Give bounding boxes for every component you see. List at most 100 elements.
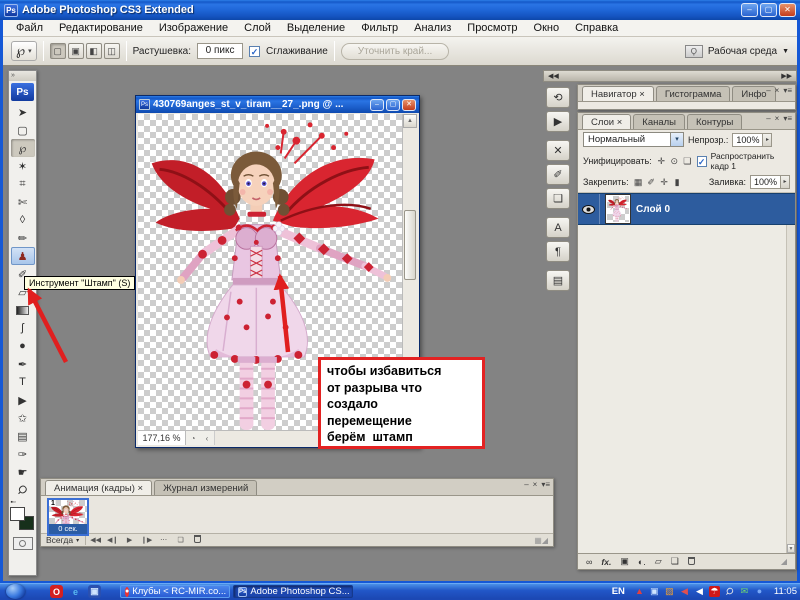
character-button[interactable]: A xyxy=(546,217,570,238)
marquee-tool[interactable]: ▢ xyxy=(11,121,35,139)
new-layer-icon[interactable]: ❏ xyxy=(671,556,679,567)
resize-grip-icon[interactable]: ◢ xyxy=(781,557,787,566)
doc-close-button[interactable]: ✕ xyxy=(402,98,416,111)
panel-close-icon[interactable]: × xyxy=(775,114,780,123)
minimize-button[interactable]: – xyxy=(741,3,758,17)
panel-minimize-icon[interactable]: – xyxy=(524,480,528,489)
spin-arrow-icon[interactable]: ▸ xyxy=(780,176,789,188)
doc-maximize-button[interactable]: ▢ xyxy=(386,98,400,111)
layer-row-0[interactable]: Слой 0 xyxy=(578,193,795,225)
first-frame-button[interactable]: ◀◀ xyxy=(89,536,102,544)
chevron-down-icon[interactable]: ▾ xyxy=(670,133,683,146)
tab-animation-frames[interactable]: Анимация (кадры) × xyxy=(45,480,153,495)
language-indicator[interactable]: EN xyxy=(612,586,625,597)
panel-menu-icon[interactable]: ▾≡ xyxy=(541,480,550,489)
feather-input[interactable]: 0 пикс xyxy=(197,43,244,59)
path-selection-tool[interactable]: ▶ xyxy=(11,391,35,409)
smudge-tool[interactable]: ʃ xyxy=(11,319,35,337)
menu-item[interactable]: Анализ xyxy=(406,21,459,35)
layer-effects-icon[interactable]: fx. xyxy=(601,557,611,567)
play-button[interactable]: ▶ xyxy=(123,536,136,544)
actions-button[interactable]: ▶ xyxy=(546,111,570,132)
layers-list-empty-area[interactable]: ▼ xyxy=(578,225,795,553)
paragraph-button[interactable]: ¶ xyxy=(546,241,570,262)
avira-antivirus-icon[interactable]: ☂ xyxy=(708,586,720,597)
taskbar-item-browser[interactable]: ● Клубы < RC-MIR.co... xyxy=(120,585,230,598)
fill-field[interactable]: 100% ▸ xyxy=(749,175,790,189)
unify-position-icon[interactable]: ✛ xyxy=(656,156,667,167)
delete-frame-button[interactable] xyxy=(191,535,204,545)
layer-name[interactable]: Слой 0 xyxy=(636,204,670,215)
healing-brush-tool[interactable]: ◊ xyxy=(11,211,35,229)
tab-measurement-log[interactable]: Журнал измерений xyxy=(154,480,258,495)
layer-group-icon[interactable]: ▱ xyxy=(655,556,662,567)
status-info-icon[interactable]: ◔ xyxy=(186,434,200,443)
panel-minimize-icon[interactable]: – xyxy=(766,114,770,123)
menu-item[interactable]: Слой xyxy=(236,21,279,35)
clone-stamp-tool[interactable]: ♟ xyxy=(10,247,35,265)
animation-frame-1[interactable]: 1 0 сек. xyxy=(47,498,89,536)
tab-nav-0[interactable]: Навигатор × xyxy=(582,86,654,101)
alert-triangle-icon[interactable]: ▲ xyxy=(634,586,645,597)
layer-thumbnail[interactable] xyxy=(605,194,631,224)
vertical-scroll-thumb[interactable] xyxy=(404,210,416,280)
lock-transparency-icon[interactable]: ▦ xyxy=(633,177,644,188)
lock-position-icon[interactable]: ✛ xyxy=(659,177,670,188)
add-selection-mode[interactable]: ▣ xyxy=(67,43,84,59)
close-button[interactable]: ✕ xyxy=(779,3,796,17)
volume-muted-icon[interactable]: ◀ xyxy=(679,586,690,597)
clone-source-button[interactable]: ❏ xyxy=(546,188,570,209)
menu-item[interactable]: Фильтр xyxy=(353,21,406,35)
volume-icon[interactable]: ◀ xyxy=(694,586,705,597)
new-selection-mode[interactable]: ▢ xyxy=(49,43,66,59)
panel-minimize-icon[interactable]: – xyxy=(766,86,770,95)
notes-tool[interactable]: ▤ xyxy=(11,427,35,445)
hand-tool[interactable]: ☛ xyxy=(11,463,35,481)
scroll-left-icon[interactable]: ‹ xyxy=(200,434,214,443)
lock-pixels-icon[interactable]: ✐ xyxy=(646,177,657,188)
tab-layers-1[interactable]: Каналы xyxy=(633,114,686,129)
search-tray-icon[interactable]: Ϙ xyxy=(722,584,738,600)
network-monitor-icon[interactable]: ▣ xyxy=(649,586,660,597)
tab-layers-0[interactable]: Слои × xyxy=(582,114,632,129)
slice-tool[interactable]: ✄ xyxy=(11,193,35,211)
opacity-field[interactable]: 100% ▸ xyxy=(732,132,773,147)
panel-close-icon[interactable]: × xyxy=(775,86,780,95)
scroll-down-icon[interactable]: ▼ xyxy=(787,544,795,553)
start-button[interactable] xyxy=(6,584,25,599)
unify-style-icon[interactable]: ❏ xyxy=(682,156,693,167)
move-tool[interactable]: ➤ xyxy=(11,103,35,121)
type-tool[interactable]: T xyxy=(11,373,35,391)
unify-visibility-icon[interactable]: ⊙ xyxy=(669,156,680,167)
menu-item[interactable]: Выделение xyxy=(279,21,353,35)
quick-mask-button[interactable] xyxy=(12,537,33,550)
next-frame-button[interactable]: ❙▶ xyxy=(140,536,153,544)
bluetooth-icon[interactable]: ● xyxy=(754,586,765,597)
antialias-checkbox[interactable]: ✓ xyxy=(249,45,261,57)
brush-tool[interactable]: ✏ xyxy=(11,229,35,247)
default-colors-icon[interactable]: ▪▫ xyxy=(11,499,16,506)
adjustment-layer-icon[interactable]: ◐. xyxy=(638,557,646,567)
tool-preset-picker[interactable]: ℘ ▾ xyxy=(11,41,37,61)
convert-to-timeline-icon[interactable]: ▦ xyxy=(534,536,542,545)
lock-all-icon[interactable]: ▮ xyxy=(672,177,683,188)
zoom-level-field[interactable]: 177,16 % xyxy=(138,431,186,445)
dodge-tool[interactable]: ● xyxy=(11,337,35,355)
tab-layers-2[interactable]: Контуры xyxy=(687,114,743,129)
new-frame-button[interactable]: ❏ xyxy=(174,536,187,544)
scroll-up-icon[interactable]: ▲ xyxy=(403,114,417,128)
lasso-tool[interactable]: ℘ xyxy=(10,139,35,157)
zoom-tool[interactable]: Ϙ xyxy=(11,481,35,499)
ie-icon[interactable]: e xyxy=(69,585,82,598)
pen-tool[interactable]: ✒ xyxy=(11,355,35,373)
frame-delay-selector[interactable]: 0 сек. xyxy=(49,524,87,534)
gradient-tool[interactable] xyxy=(11,301,35,319)
menu-item[interactable]: Справка xyxy=(567,21,626,35)
doc-minimize-button[interactable]: – xyxy=(370,98,384,111)
eyedropper-tool[interactable]: ✑ xyxy=(11,445,35,463)
shape-tool[interactable]: ✩ xyxy=(11,409,35,427)
menu-item[interactable]: Окно xyxy=(526,21,568,35)
taskbar-clock[interactable]: 11:05 xyxy=(774,586,797,597)
resize-grip-icon[interactable]: ◢ xyxy=(542,536,548,545)
messenger-icon[interactable]: ✉ xyxy=(739,586,750,597)
